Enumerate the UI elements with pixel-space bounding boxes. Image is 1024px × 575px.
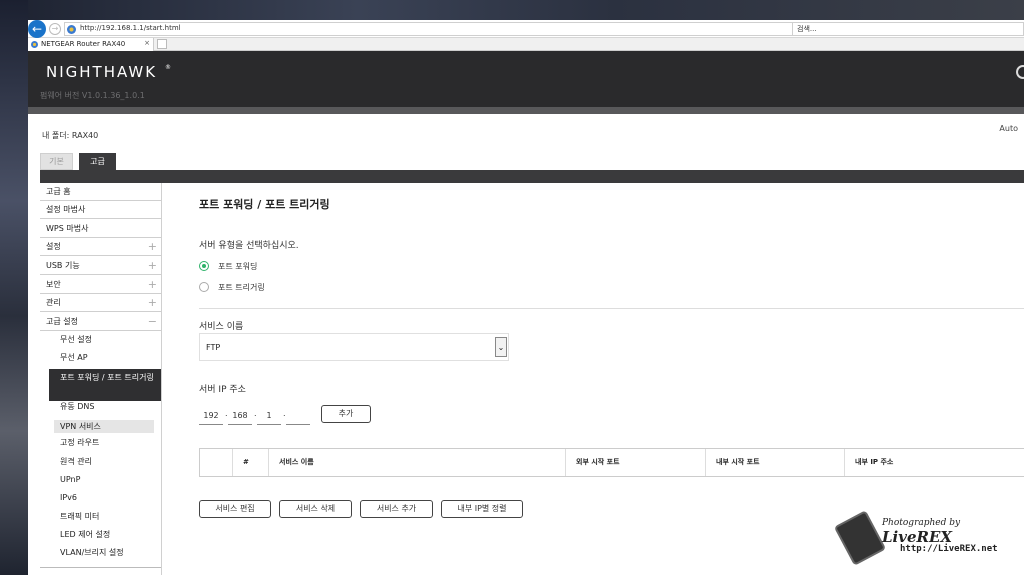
server-type-label: 서버 유형을 선택하십시오. bbox=[199, 241, 299, 251]
browser-tab-bar: NETGEAR Router RAX40 × bbox=[28, 38, 1024, 51]
divider bbox=[199, 308, 1024, 309]
server-ip-label: 서버 IP 주소 bbox=[199, 385, 246, 395]
expand-icon: + bbox=[147, 278, 157, 291]
sidebar-item-label: 보안 bbox=[46, 280, 61, 289]
sidebar-item-setup[interactable]: 설정 + bbox=[40, 238, 161, 256]
sidebar-subitem-traffic-meter[interactable]: 트래픽 미터 bbox=[40, 508, 161, 526]
sidebar-item-label: 설정 bbox=[46, 242, 61, 251]
watermark-url: http://LiveREX.net bbox=[900, 544, 998, 554]
service-name-select[interactable]: FTP ⌄ bbox=[199, 333, 509, 361]
tablet-icon bbox=[833, 510, 887, 566]
sidebar-item-wps-wizard[interactable]: WPS 마법사 bbox=[40, 220, 161, 238]
sidebar-subitem-ipv6[interactable]: IPv6 bbox=[40, 489, 161, 507]
expand-icon: + bbox=[147, 240, 157, 253]
router-page: 내 폴더: RAX40 Auto 기본 고급 고급 홈 설정 마법사 WPS 마… bbox=[28, 114, 1024, 575]
expand-icon: + bbox=[147, 259, 157, 272]
sidebar-item-security[interactable]: 보안 + bbox=[40, 276, 161, 294]
ip-octet-3[interactable]: 1 bbox=[257, 407, 281, 425]
service-name-value: FTP bbox=[206, 343, 221, 352]
table-header-select bbox=[200, 449, 232, 476]
logout-icon[interactable] bbox=[1016, 65, 1024, 79]
registered-mark: ® bbox=[165, 64, 171, 71]
ip-octet-1[interactable]: 192 bbox=[199, 407, 223, 425]
photographer-watermark: Photographed by LiveREX http://LiveREX.n… bbox=[833, 510, 1018, 570]
sidebar-item-label: 고급 홈 bbox=[46, 187, 71, 196]
radio-port-forwarding-label: 포트 포워딩 bbox=[218, 262, 258, 271]
page-title: 포트 포워딩 / 포트 트리거링 bbox=[199, 198, 330, 211]
table-header-number: # bbox=[232, 449, 268, 476]
sidebar-subitem-led-control[interactable]: LED 제어 설정 bbox=[40, 526, 161, 544]
add-ip-button[interactable]: 추가 bbox=[321, 405, 371, 423]
sidebar-item-advanced-setup[interactable]: 고급 설정 − bbox=[40, 313, 161, 331]
favicon-icon bbox=[31, 41, 38, 48]
add-service-button[interactable]: 서비스 추가 bbox=[360, 500, 433, 518]
nav-bar bbox=[40, 170, 1024, 183]
forward-icon[interactable]: → bbox=[49, 23, 61, 35]
back-icon[interactable]: ← bbox=[28, 20, 46, 38]
table-header-internal-ip: 내부 IP 주소 bbox=[844, 449, 1024, 476]
router-header: NIGHTHAWK ® 펌웨어 버전 V1.0.1.36_1.0.1 bbox=[28, 51, 1024, 107]
url-text: http://192.168.1.1/start.html bbox=[80, 24, 181, 32]
tab-basic[interactable]: 기본 bbox=[40, 153, 73, 170]
sidebar-subitem-dynamic-dns[interactable]: 유동 DNS bbox=[40, 398, 161, 416]
sidebar-item-setup-wizard[interactable]: 설정 마법사 bbox=[40, 201, 161, 219]
sidebar-item-label: 설정 마법사 bbox=[46, 205, 86, 214]
auto-language-select[interactable]: Auto bbox=[999, 124, 1018, 133]
sidebar-subitem-wireless-ap[interactable]: 무선 AP bbox=[40, 349, 161, 367]
sidebar-subitem-wireless-settings[interactable]: 무선 설정 bbox=[40, 331, 161, 349]
edit-service-button[interactable]: 서비스 편집 bbox=[199, 500, 271, 518]
table-header-service-name: 서비스 이름 bbox=[268, 449, 565, 476]
sidebar-item-label: WPS 마법사 bbox=[46, 224, 89, 233]
favicon-icon bbox=[67, 25, 76, 34]
sidebar-item-administration[interactable]: 관리 + bbox=[40, 294, 161, 312]
service-name-label: 서비스 이름 bbox=[199, 322, 244, 332]
nighthawk-logo: NIGHTHAWK bbox=[46, 63, 158, 81]
radio-port-triggering[interactable] bbox=[199, 282, 209, 292]
sidebar-subitem-port-forwarding[interactable]: 포트 포워딩 / 포트 트리거링 bbox=[49, 369, 161, 401]
collapse-icon: − bbox=[147, 315, 157, 328]
firmware-version: 펌웨어 버전 V1.0.1.36_1.0.1 bbox=[40, 91, 145, 100]
radio-port-triggering-label: 포트 트리거링 bbox=[218, 283, 265, 292]
desktop-background-left bbox=[0, 0, 28, 575]
sidebar-item-advanced-home[interactable]: 고급 홈 bbox=[40, 183, 161, 201]
sidebar-subitem-remote-management[interactable]: 원격 관리 bbox=[40, 453, 161, 471]
url-input[interactable]: http://192.168.1.1/start.html ▾ ↻ bbox=[64, 22, 816, 36]
sort-by-internal-ip-button[interactable]: 내부 IP별 정렬 bbox=[441, 500, 523, 518]
ip-octet-4[interactable] bbox=[286, 407, 310, 425]
browser-address-bar: ← → http://192.168.1.1/start.html ▾ ↻ 검색… bbox=[28, 20, 1024, 38]
desktop-background bbox=[0, 0, 1024, 20]
my-folder-label: 내 폴더: RAX40 bbox=[42, 131, 99, 140]
new-tab-button[interactable] bbox=[157, 39, 167, 49]
sidebar-subitem-vpn-service[interactable]: VPN 서비스 bbox=[54, 420, 154, 433]
tab-title: NETGEAR Router RAX40 bbox=[41, 40, 126, 48]
sidebar-subitem-static-routes[interactable]: 고정 라우트 bbox=[40, 434, 161, 452]
divider bbox=[40, 567, 161, 568]
tab-advanced[interactable]: 고급 bbox=[79, 153, 116, 170]
search-input[interactable]: 검색... bbox=[792, 22, 1024, 36]
close-icon[interactable]: × bbox=[144, 39, 150, 47]
table-header-internal-start-port: 내부 시작 포트 bbox=[705, 449, 844, 476]
delete-service-button[interactable]: 서비스 삭제 bbox=[279, 500, 352, 518]
browser-tab[interactable]: NETGEAR Router RAX40 × bbox=[28, 38, 154, 51]
expand-icon: + bbox=[147, 296, 157, 309]
search-placeholder: 검색... bbox=[797, 25, 817, 33]
sidebar-subitem-vlan-bridge[interactable]: VLAN/브리지 설정 bbox=[40, 544, 161, 562]
radio-port-forwarding[interactable] bbox=[199, 261, 209, 271]
header-divider bbox=[28, 107, 1024, 114]
service-table: # 서비스 이름 외부 시작 포트 내부 시작 포트 내부 IP 주소 bbox=[199, 448, 1024, 477]
chevron-down-icon[interactable]: ⌄ bbox=[495, 337, 507, 357]
watermark-photographed-by: Photographed by bbox=[882, 518, 961, 528]
sidebar-item-label: USB 기능 bbox=[46, 261, 80, 270]
sidebar-item-label: 관리 bbox=[46, 298, 61, 307]
table-header-external-start-port: 외부 시작 포트 bbox=[565, 449, 705, 476]
watermark-line1: Photographed by LiveREX bbox=[882, 518, 1018, 546]
ip-octet-2[interactable]: 168 bbox=[228, 407, 252, 425]
sidebar-item-usb[interactable]: USB 기능 + bbox=[40, 257, 161, 275]
sidebar-item-label: 고급 설정 bbox=[46, 317, 78, 326]
sidebar-subitem-upnp[interactable]: UPnP bbox=[40, 471, 161, 489]
sidebar: 고급 홈 설정 마법사 WPS 마법사 설정 + USB 기능 + 보안 + 관리 + … bbox=[40, 183, 162, 575]
